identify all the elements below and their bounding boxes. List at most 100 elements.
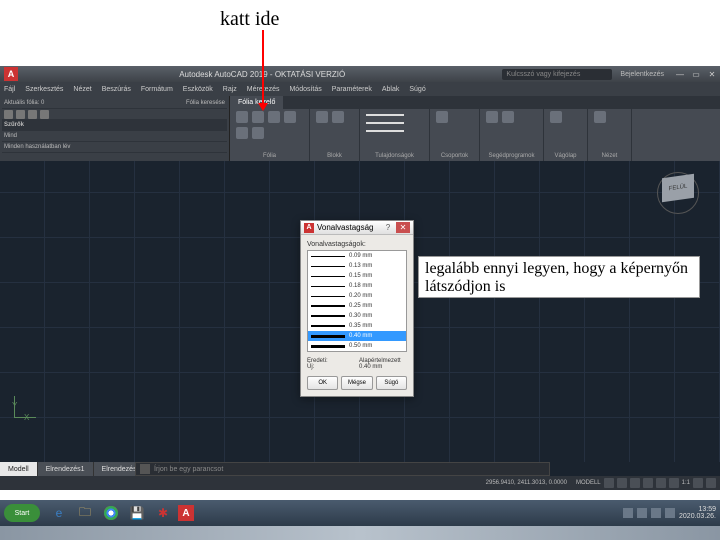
ribbon-panel-clipboard: Vágólap [544, 109, 588, 161]
menu-view[interactable]: Nézet [73, 86, 91, 93]
start-button[interactable]: Start [4, 504, 40, 522]
delete-layer-icon[interactable] [16, 110, 25, 119]
lineweight-swatch[interactable] [366, 122, 404, 124]
lineweight-item[interactable]: 0.18 mm [308, 281, 406, 291]
grid-toggle-icon[interactable] [604, 478, 614, 488]
dialog-close-button[interactable]: ✕ [396, 222, 410, 233]
polar-toggle-icon[interactable] [643, 478, 653, 488]
system-tray: 13:59 2020.03.26. [623, 506, 716, 520]
ribbon-active-panel-label: Fólia kezelő [230, 96, 283, 109]
save-icon[interactable]: 💾 [126, 503, 148, 523]
osnap-toggle-icon[interactable] [656, 478, 666, 488]
tab-model[interactable]: Modell [0, 462, 38, 476]
layer-icon[interactable] [252, 111, 264, 123]
menu-tools[interactable]: Eszközök [183, 86, 213, 93]
lineweight-preview-line [311, 256, 345, 257]
chrome-icon[interactable] [100, 503, 122, 523]
lineweight-item[interactable]: 0.15 mm [308, 271, 406, 281]
lineweight-list-label: Vonalvastagságok: [307, 241, 407, 248]
linetype-swatch[interactable] [366, 114, 404, 116]
lineweight-item[interactable]: 0.53 mm [308, 351, 406, 352]
ie-icon[interactable]: e [48, 503, 70, 523]
snap-toggle-icon[interactable] [617, 478, 627, 488]
layer-icon[interactable] [236, 111, 248, 123]
help-search-input[interactable]: Kulcsszó vagy kifejezés [502, 69, 612, 80]
signin-button[interactable]: Bejelentkezés [620, 71, 664, 78]
dialog-titlebar[interactable]: A Vonalvastagság ? ✕ [301, 221, 413, 235]
block-icon[interactable] [316, 111, 328, 123]
util-icon[interactable] [486, 111, 498, 123]
menu-file[interactable]: Fájl [4, 86, 15, 93]
layer-icon[interactable] [252, 127, 264, 139]
menu-modify[interactable]: Módosítás [289, 86, 321, 93]
group-icon[interactable] [436, 111, 448, 123]
volume-icon[interactable] [665, 508, 675, 518]
command-line[interactable]: Írjon be egy parancsot [135, 462, 550, 476]
cancel-button[interactable]: Mégse [341, 376, 372, 390]
scale-label[interactable]: 1:1 [682, 480, 690, 486]
app-icon[interactable]: ✱ [152, 503, 174, 523]
lineweight-item[interactable]: 0.35 mm [308, 321, 406, 331]
dialog-help-button[interactable]: ? [382, 223, 394, 232]
lineweight-item[interactable]: 0.40 mm [308, 331, 406, 341]
ortho-toggle-icon[interactable] [630, 478, 640, 488]
menu-draw[interactable]: Rajz [223, 86, 237, 93]
network-icon[interactable] [651, 508, 661, 518]
layer-filter-all[interactable]: Mind [2, 131, 227, 142]
viewcube[interactable]: FELÜL [662, 176, 702, 216]
layer-toolbar [2, 109, 227, 120]
layer-filter-used[interactable]: Minden használatban lév [2, 142, 227, 153]
lineweight-item[interactable]: 0.25 mm [308, 301, 406, 311]
lineweight-item[interactable]: 0.20 mm [308, 291, 406, 301]
ribbon-panel-layer: Fólia [230, 109, 310, 161]
color-swatch[interactable] [366, 130, 404, 132]
gear-icon[interactable] [693, 478, 703, 488]
help-button[interactable]: Súgó [376, 376, 407, 390]
dialog-title: Vonalvastagság [317, 223, 382, 232]
lineweight-item[interactable]: 0.13 mm [308, 261, 406, 271]
lineweight-value-label: 0.50 mm [349, 343, 372, 349]
lineweight-item[interactable]: 0.50 mm [308, 341, 406, 351]
lineweight-preview-line [311, 266, 345, 267]
tab-layout1[interactable]: Elrendezés1 [38, 462, 94, 476]
menu-insert[interactable]: Beszúrás [102, 86, 131, 93]
lineweight-list[interactable]: 0.09 mm0.13 mm 0.15 mm 0.18 mm0.20 mm0.25 … [307, 250, 407, 352]
view-icon[interactable] [594, 111, 606, 123]
lineweight-toggle-icon[interactable] [669, 478, 679, 488]
layer-icon[interactable] [236, 127, 248, 139]
taskbar-clock[interactable]: 13:59 2020.03.26. [679, 506, 716, 520]
menu-window[interactable]: Ablak [382, 86, 400, 93]
model-space-label[interactable]: MODELL [576, 480, 601, 486]
menu-format[interactable]: Formátum [141, 86, 173, 93]
menu-edit[interactable]: Szerkesztés [25, 86, 63, 93]
lineweight-item[interactable]: 0.09 mm [308, 251, 406, 261]
lineweight-value-label: 0.15 mm [349, 273, 372, 279]
menu-help[interactable]: Súgó [409, 86, 425, 93]
lineweight-item[interactable]: 0.30 mm [308, 311, 406, 321]
tray-icon[interactable] [623, 508, 633, 518]
layer-icon[interactable] [284, 111, 296, 123]
layer-table-header: Szűrők [2, 120, 227, 131]
explorer-icon[interactable]: 🗀 [74, 503, 96, 523]
app-icon[interactable]: A [4, 67, 18, 81]
lineweight-preview-line [311, 276, 345, 277]
layer-states-icon[interactable] [40, 110, 49, 119]
autocad-taskbar-icon[interactable]: A [178, 505, 194, 521]
block-icon[interactable] [332, 111, 344, 123]
paste-icon[interactable] [550, 111, 562, 123]
set-current-icon[interactable] [28, 110, 37, 119]
clock-date: 2020.03.26. [679, 513, 716, 520]
maximize-button[interactable]: ▭ [688, 67, 704, 81]
close-button[interactable]: ✕ [704, 67, 720, 81]
minimize-button[interactable]: — [672, 67, 688, 81]
menu-parametric[interactable]: Paraméterek [332, 86, 372, 93]
viewcube-face[interactable]: FELÜL [662, 174, 694, 202]
clean-screen-icon[interactable] [706, 478, 716, 488]
layer-current-label: Aktuális fólia: 0 [4, 100, 44, 106]
tray-icon[interactable] [637, 508, 647, 518]
layer-filters-label: Szűrők [4, 122, 16, 128]
new-layer-icon[interactable] [4, 110, 13, 119]
ok-button[interactable]: OK [307, 376, 338, 390]
layer-icon[interactable] [268, 111, 280, 123]
util-icon[interactable] [502, 111, 514, 123]
